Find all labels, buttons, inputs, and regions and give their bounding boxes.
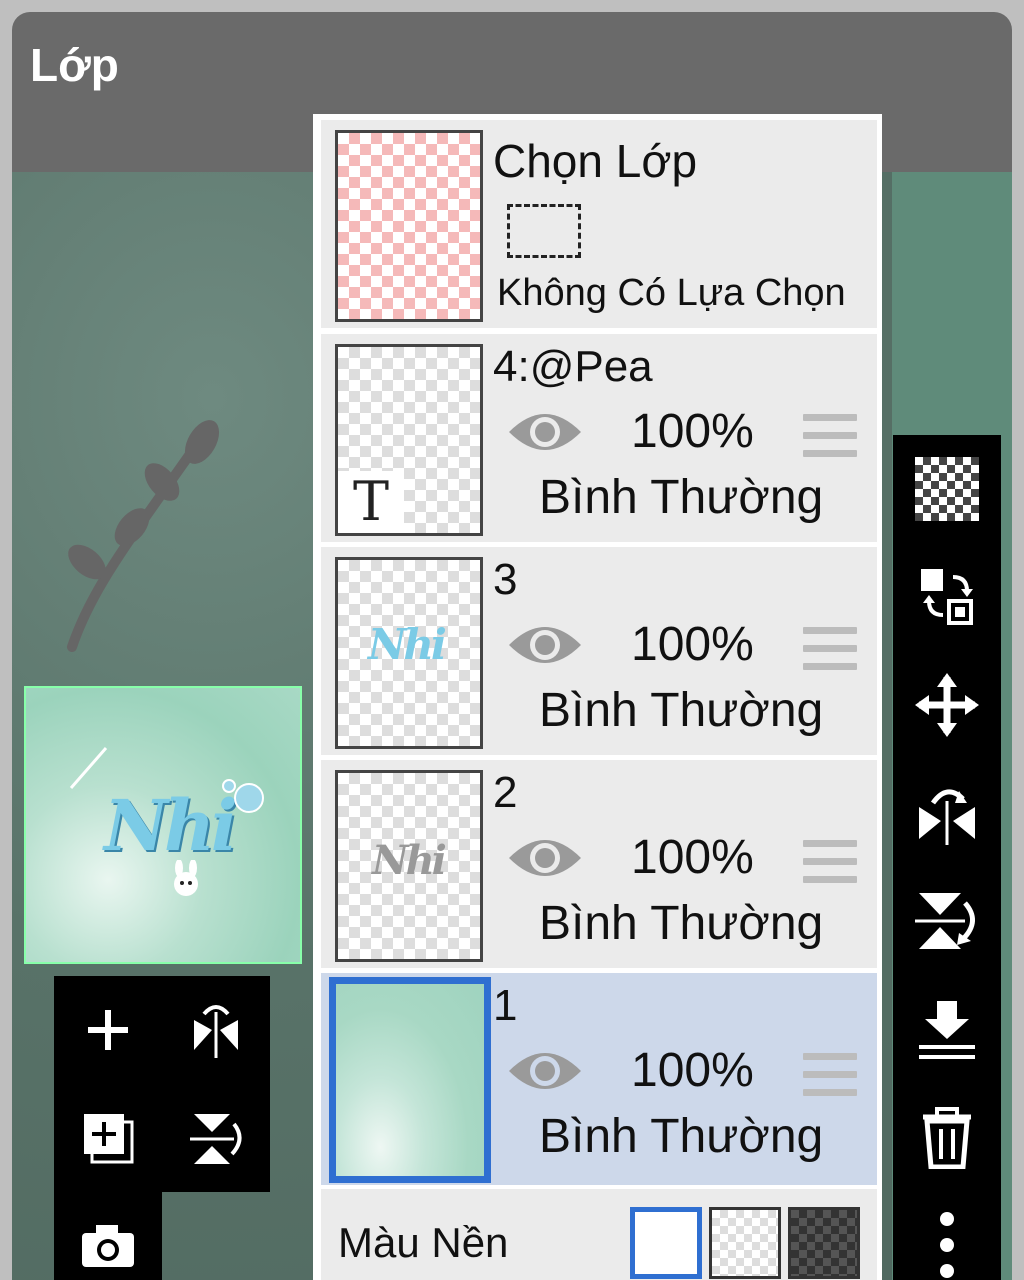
visibility-eye-icon[interactable] bbox=[507, 406, 583, 458]
transparency-icon[interactable] bbox=[893, 435, 1001, 543]
selection-layer-thumbnail bbox=[335, 130, 483, 322]
more-icon[interactable] bbox=[893, 1191, 1001, 1280]
visibility-eye-icon[interactable] bbox=[507, 832, 583, 884]
layer-name: 4:@Pea bbox=[493, 342, 653, 391]
branch-decoration bbox=[67, 420, 220, 652]
blend-mode[interactable]: Bình Thường bbox=[539, 683, 823, 738]
blend-mode[interactable]: Bình Thường bbox=[539, 470, 823, 525]
selection-layer-title: Chọn Lớp bbox=[493, 135, 698, 187]
selection-layer-row[interactable]: Chọn Lớp Không Có Lựa Chọn bbox=[321, 120, 877, 328]
left-toolbar-bottom bbox=[54, 1190, 162, 1280]
drag-handle-icon[interactable] bbox=[803, 840, 857, 888]
layer-opacity[interactable]: 100% bbox=[631, 617, 754, 672]
layer-opacity[interactable]: 100% bbox=[631, 404, 754, 459]
text-layer-badge: T bbox=[338, 471, 404, 533]
move-icon[interactable] bbox=[893, 651, 1001, 759]
layer-opacity[interactable]: 100% bbox=[631, 830, 754, 885]
flip-horizontal-icon[interactable] bbox=[162, 976, 270, 1084]
layer-thumbnail-art: Nhi bbox=[368, 620, 447, 669]
trash-icon[interactable] bbox=[893, 1083, 1001, 1191]
blend-mode[interactable]: Bình Thường bbox=[539, 1109, 823, 1164]
add-layer-copy-icon[interactable] bbox=[54, 1084, 162, 1192]
layer-row-4[interactable]: T 4:@Pea 100% Bình Thường bbox=[321, 334, 877, 542]
left-toolbar bbox=[54, 976, 270, 1192]
layer-thumbnail-art: Nhi bbox=[372, 837, 447, 884]
bg-white-swatch[interactable] bbox=[630, 1207, 702, 1279]
layer-name: 2 bbox=[493, 768, 518, 817]
layer-thumbnail: Nhi bbox=[335, 557, 483, 749]
thumbnail-title: Nhi bbox=[104, 784, 237, 867]
layer-thumbnail bbox=[329, 977, 491, 1183]
swap-layers-icon[interactable] bbox=[893, 543, 1001, 651]
dialog-title: Lớp bbox=[30, 39, 119, 91]
camera-icon[interactable] bbox=[54, 1190, 162, 1280]
right-toolbar bbox=[893, 435, 1001, 1280]
blend-mode[interactable]: Bình Thường bbox=[539, 896, 823, 951]
layer-row-1-selected[interactable]: 1 100% Bình Thường bbox=[321, 973, 877, 1185]
layer-thumbnail: T bbox=[335, 344, 483, 536]
flip-vertical-icon[interactable] bbox=[162, 1084, 270, 1192]
add-layer-icon[interactable] bbox=[54, 976, 162, 1084]
visibility-eye-icon[interactable] bbox=[507, 1045, 583, 1097]
bg-transparent-swatch[interactable] bbox=[709, 1207, 781, 1279]
selection-status: Không Có Lựa Chọn bbox=[497, 272, 846, 314]
layer-thumbnail: Nhi bbox=[335, 770, 483, 962]
background-color-label: Màu Nền bbox=[338, 1219, 509, 1266]
screen: Lớp Nhi Chọn Lớp Không Có Lựa Chọn T 4:@… bbox=[0, 0, 1024, 1280]
rotate-flip-horizontal-icon[interactable] bbox=[893, 759, 1001, 867]
bg-dark-swatch[interactable] bbox=[788, 1207, 860, 1279]
bunny-icon bbox=[174, 860, 198, 896]
layer-name: 3 bbox=[493, 555, 518, 604]
layer-opacity[interactable]: 100% bbox=[631, 1043, 754, 1098]
merge-down-icon[interactable] bbox=[893, 975, 1001, 1083]
drag-handle-icon[interactable] bbox=[803, 414, 857, 462]
rotate-flip-vertical-icon[interactable] bbox=[893, 867, 1001, 975]
layer-row-2[interactable]: Nhi 2 100% Bình Thường bbox=[321, 760, 877, 968]
branch-decoration-small bbox=[69, 747, 108, 789]
canvas-preview-thumbnail: Nhi bbox=[24, 686, 302, 964]
layers-panel: Chọn Lớp Không Có Lựa Chọn T 4:@Pea 100%… bbox=[313, 114, 882, 1280]
layer-name: 1 bbox=[493, 981, 518, 1030]
drag-handle-icon[interactable] bbox=[803, 1053, 857, 1101]
selection-marquee-icon bbox=[507, 204, 581, 258]
layer-row-3[interactable]: Nhi 3 100% Bình Thường bbox=[321, 547, 877, 755]
drag-handle-icon[interactable] bbox=[803, 627, 857, 675]
visibility-eye-icon[interactable] bbox=[507, 619, 583, 671]
bubble-decoration bbox=[222, 779, 264, 813]
